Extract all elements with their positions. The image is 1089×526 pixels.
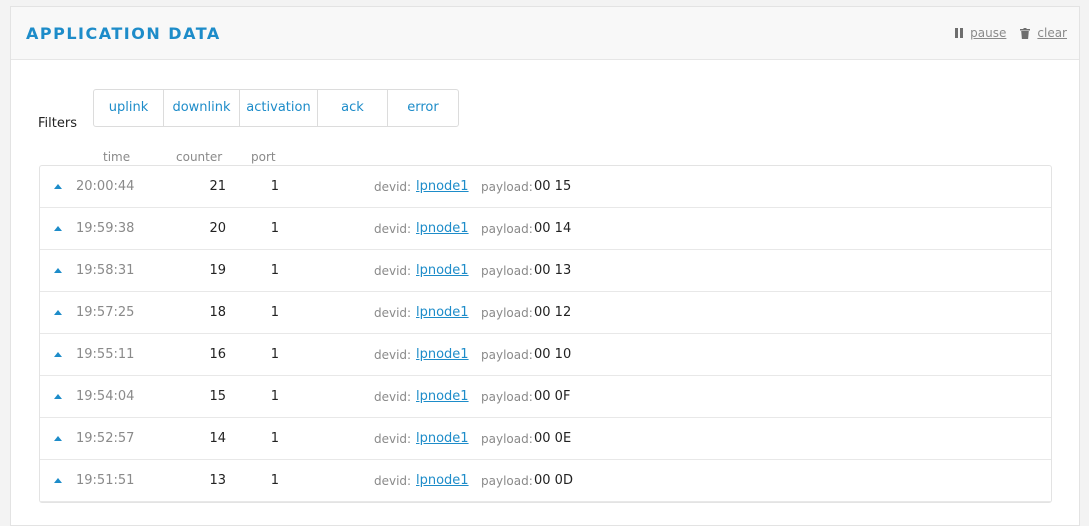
devid-label: devid: — [374, 348, 412, 362]
table-row[interactable]: 19:57:25 18 1 devid: lpnode1 payload: 00… — [40, 292, 1051, 334]
row-counter: 13 — [209, 473, 226, 488]
payload-label: payload: — [481, 306, 533, 320]
row-payload: 00 14 — [534, 221, 572, 236]
row-counter: 15 — [209, 389, 226, 404]
panel-header: APPLICATION DATA pause clear — [11, 7, 1079, 60]
table-row[interactable]: 19:51:51 13 1 devid: lpnode1 payload: 00… — [40, 460, 1051, 502]
payload-label: payload: — [481, 180, 533, 194]
row-port: 1 — [270, 305, 279, 320]
devid-link[interactable]: lpnode1 — [416, 179, 469, 194]
row-port: 1 — [270, 431, 279, 446]
row-payload: 00 13 — [534, 263, 572, 278]
devid-label: devid: — [374, 432, 412, 446]
row-time: 19:55:11 — [76, 347, 135, 362]
row-port: 1 — [270, 179, 279, 194]
pause-icon — [955, 28, 964, 38]
row-payload: 00 15 — [534, 179, 572, 194]
row-counter: 19 — [209, 263, 226, 278]
filter-error[interactable]: error — [388, 90, 458, 126]
payload-label: payload: — [481, 264, 533, 278]
caret-up-icon[interactable] — [54, 310, 62, 315]
filters-label: Filters — [38, 116, 77, 131]
row-time: 19:57:25 — [76, 305, 135, 320]
caret-up-icon[interactable] — [54, 226, 62, 231]
caret-up-icon[interactable] — [54, 268, 62, 273]
devid-label: devid: — [374, 264, 412, 278]
devid-label: devid: — [374, 474, 412, 488]
pause-label: pause — [970, 26, 1007, 40]
filter-uplink[interactable]: uplink — [94, 90, 164, 126]
trash-icon — [1020, 27, 1031, 39]
row-time: 19:58:31 — [76, 263, 135, 278]
devid-link[interactable]: lpnode1 — [416, 347, 469, 362]
row-time: 19:51:51 — [76, 473, 135, 488]
filter-group: uplink downlink activation ack error — [93, 89, 459, 127]
devid-link[interactable]: lpnode1 — [416, 221, 469, 236]
column-header-time: time — [103, 150, 131, 164]
table-row[interactable]: 19:59:38 20 1 devid: lpnode1 payload: 00… — [40, 208, 1051, 250]
table-row[interactable]: 19:52:57 14 1 devid: lpnode1 payload: 00… — [40, 418, 1051, 460]
table-row[interactable]: 19:55:11 16 1 devid: lpnode1 payload: 00… — [40, 334, 1051, 376]
payload-label: payload: — [481, 432, 533, 446]
devid-label: devid: — [374, 306, 412, 320]
row-payload: 00 10 — [534, 347, 572, 362]
clear-button[interactable]: clear — [1020, 26, 1067, 40]
caret-up-icon[interactable] — [54, 394, 62, 399]
pause-button[interactable]: pause — [955, 26, 1006, 40]
data-table: 20:00:44 21 1 devid: lpnode1 payload: 00… — [39, 165, 1052, 503]
payload-label: payload: — [481, 222, 533, 236]
row-counter: 16 — [209, 347, 226, 362]
row-payload: 00 0E — [534, 431, 572, 446]
row-counter: 20 — [209, 221, 226, 236]
payload-label: payload: — [481, 390, 533, 404]
devid-label: devid: — [374, 180, 412, 194]
caret-up-icon[interactable] — [54, 436, 62, 441]
row-time: 19:52:57 — [76, 431, 135, 446]
filter-ack[interactable]: ack — [318, 90, 388, 126]
row-time: 19:54:04 — [76, 389, 135, 404]
header-actions: pause clear — [941, 26, 1067, 40]
devid-label: devid: — [374, 222, 412, 236]
devid-link[interactable]: lpnode1 — [416, 389, 469, 404]
row-port: 1 — [270, 473, 279, 488]
panel-title: APPLICATION DATA — [26, 24, 221, 43]
row-payload: 00 0F — [534, 389, 571, 404]
row-port: 1 — [270, 263, 279, 278]
caret-up-icon[interactable] — [54, 478, 62, 483]
row-port: 1 — [270, 347, 279, 362]
filter-downlink[interactable]: downlink — [164, 90, 240, 126]
filter-activation[interactable]: activation — [240, 90, 318, 126]
row-counter: 14 — [209, 431, 226, 446]
payload-label: payload: — [481, 474, 533, 488]
row-payload: 00 12 — [534, 305, 572, 320]
row-counter: 21 — [209, 179, 226, 194]
row-port: 1 — [270, 221, 279, 236]
caret-up-icon[interactable] — [54, 184, 62, 189]
devid-label: devid: — [374, 390, 412, 404]
row-payload: 00 0D — [534, 473, 573, 488]
row-time: 19:59:38 — [76, 221, 135, 236]
clear-label: clear — [1037, 26, 1067, 40]
devid-link[interactable]: lpnode1 — [416, 473, 469, 488]
table-row[interactable]: 20:00:44 21 1 devid: lpnode1 payload: 00… — [40, 166, 1051, 208]
application-data-panel: APPLICATION DATA pause clear Filters upl… — [10, 6, 1080, 526]
payload-label: payload: — [481, 348, 533, 362]
devid-link[interactable]: lpnode1 — [416, 305, 469, 320]
row-counter: 18 — [209, 305, 226, 320]
column-header-counter: counter — [176, 150, 223, 164]
row-time: 20:00:44 — [76, 179, 135, 194]
caret-up-icon[interactable] — [54, 352, 62, 357]
row-port: 1 — [270, 389, 279, 404]
devid-link[interactable]: lpnode1 — [416, 263, 469, 278]
table-row[interactable]: 19:54:04 15 1 devid: lpnode1 payload: 00… — [40, 376, 1051, 418]
devid-link[interactable]: lpnode1 — [416, 431, 469, 446]
table-row[interactable]: 19:58:31 19 1 devid: lpnode1 payload: 00… — [40, 250, 1051, 292]
column-header-port: port — [251, 150, 276, 164]
